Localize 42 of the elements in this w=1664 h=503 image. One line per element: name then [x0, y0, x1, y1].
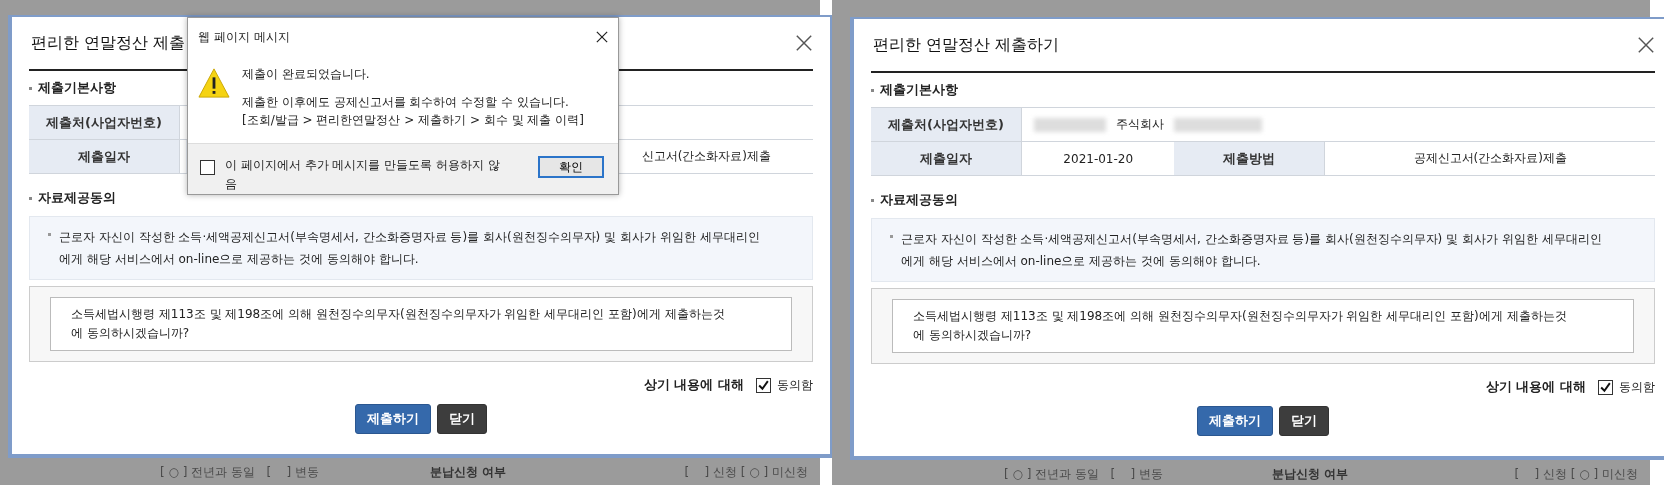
close-icon[interactable] — [596, 31, 608, 44]
table-cell: 주식회사 — [1116, 117, 1164, 131]
checkbox-label: 동의함 — [777, 376, 813, 394]
notice-text: 근로자 자신이 작성한 소득·세액공제신고서(부속명세서, 간소화증명자료 등)를 회사(원천징수의무자) 및 회사가 위임한 세무대리인에게 해당 서비스에서 on-line으로 제공하는 것에 동의해야 합니다. — [901, 231, 1603, 270]
close-icon[interactable] — [1637, 36, 1655, 54]
warning-icon — [198, 66, 230, 99]
table-header-cell: 제출일자 — [29, 139, 180, 174]
radio-options-text: [ ] 신청 [ ○ ] 미신청 — [684, 464, 808, 481]
table-header-cell: 제출처(사업자번호) — [29, 105, 180, 140]
modal-title: 편리한 연말정산 제출하기 — [872, 34, 1060, 56]
table-header-cell: 제출처(사업자번호) — [871, 107, 1022, 142]
agree-checkbox[interactable] — [756, 377, 771, 393]
modal-title: 편리한 연말정산 제출 — [30, 32, 186, 54]
table-header-cell: 제출일자 — [871, 141, 1022, 176]
submit-button[interactable]: 제출하기 — [355, 404, 431, 434]
question-text: 소득세법시행령 제113조 및 제198조에 의해 원천징수의무자(원천징수의무자가 위임한 세무대리인 포함)에게 제출하는것에 동의하시겠습니까? — [892, 299, 1634, 353]
section-heading: 자료제공동의 — [38, 189, 116, 207]
field-label: 분납신청 여부 — [1272, 466, 1349, 483]
checkbox-label: 동의함 — [1619, 378, 1655, 396]
ok-button[interactable]: 확인 — [538, 156, 604, 178]
checkbox[interactable] — [200, 160, 215, 175]
message-box-title: 웹 페이지 메시지 — [198, 28, 290, 46]
section-heading: 제출기본사항 — [38, 79, 116, 97]
notice-text: 근로자 자신이 작성한 소득·세액공제신고서(부속명세서, 간소화증명자료 등)를 회사(원천징수의무자) 및 회사가 위임한 세무대리인에게 해당 서비스에서 on-line으로 제공하는 것에 동의해야 합니다. — [59, 229, 761, 268]
message-detail: 제출한 이후에도 공제신고서를 회수하여 수정할 수 있습니다. — [242, 93, 570, 111]
close-button[interactable]: 닫기 — [1279, 406, 1329, 436]
table-header-cell: 제출방법 — [1174, 141, 1325, 176]
close-button[interactable]: 닫기 — [437, 404, 487, 434]
radio-options-text: [ ] 신청 [ ○ ] 미신청 — [1514, 466, 1638, 483]
submit-button[interactable]: 제출하기 — [1197, 406, 1273, 436]
question-text: 소득세법시행령 제113조 및 제198조에 의해 원천징수의무자(원천징수의무자가 위임한 세무대리인 포함)에게 제출하는것에 동의하시겠습니까? — [50, 297, 792, 351]
message-text: 제출이 완료되었습니다. — [242, 65, 371, 83]
section-heading: 제출기본사항 — [880, 81, 958, 99]
field-label: 분납신청 여부 — [430, 464, 507, 481]
agree-checkbox[interactable] — [1598, 379, 1613, 395]
agree-label: 상기 내용에 대해 — [1485, 378, 1586, 396]
section-heading: 자료제공동의 — [880, 191, 958, 209]
radio-options-text: [ ○ ] 전년과 동일 [ ] 변동 — [1004, 466, 1163, 483]
agree-label: 상기 내용에 대해 — [643, 376, 744, 394]
radio-options-text: [ ○ ] 전년과 동일 [ ] 변동 — [160, 464, 319, 481]
message-detail: [조회/발급 > 편리한연말정산 > 제출하기 > 회수 및 제출 이력] — [242, 111, 584, 129]
close-icon[interactable] — [795, 34, 813, 52]
